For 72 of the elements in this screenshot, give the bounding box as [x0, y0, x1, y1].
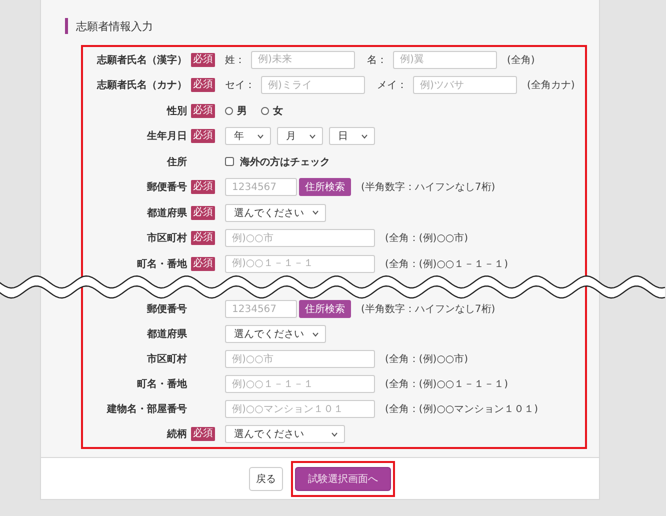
- dropdown[interactable]: 選んでください: [225, 204, 326, 222]
- field-label: セイ：: [225, 79, 255, 92]
- text-field[interactable]: 例)○○マンション１０１: [225, 400, 375, 418]
- radio-button[interactable]: [261, 106, 269, 115]
- required-tag: 必須: [191, 256, 215, 271]
- back-button[interactable]: 戻る: [249, 466, 283, 490]
- chevron-down-icon: [312, 332, 319, 336]
- field-label: 住所: [166, 156, 187, 169]
- text-field[interactable]: 例)ミライ: [261, 76, 365, 94]
- field-label: 都道府県: [146, 327, 187, 341]
- field-label: 町名・番地: [136, 258, 187, 271]
- required-tag: 必須: [191, 104, 215, 118]
- field-label: 郵便番号: [146, 302, 187, 316]
- input-hint: (全角：(例)○○１－１－１): [385, 378, 508, 391]
- required-tag: 必須: [191, 206, 215, 220]
- dropdown[interactable]: 年: [225, 127, 271, 146]
- field-label: 志願者氏名（漢字）: [96, 53, 187, 67]
- field-label: 志願者氏名（カナ）: [96, 78, 187, 92]
- required-tag: 必須: [191, 78, 215, 92]
- heading-accent-bar: [65, 18, 68, 34]
- dropdown[interactable]: 選んでください: [225, 325, 326, 343]
- chevron-down-icon: [257, 134, 264, 139]
- text-field[interactable]: 例)翼: [393, 50, 497, 69]
- radio-label: 男: [237, 104, 247, 118]
- field-label: 生年月日: [146, 130, 187, 144]
- text-field[interactable]: 1234567: [225, 300, 297, 318]
- input-hint: (全角：(例)○○市): [385, 352, 468, 366]
- field-label: 都道府県: [146, 206, 187, 220]
- field-label: 続柄: [166, 428, 187, 441]
- required-tag: 必須: [191, 427, 215, 441]
- field-label: 市区町村: [146, 352, 187, 366]
- field-label: 性別: [166, 104, 187, 118]
- input-hint: (全角：(例)○○マンション１０１): [385, 403, 538, 416]
- chevron-down-icon: [312, 210, 319, 216]
- dropdown[interactable]: 選んでください: [225, 425, 345, 443]
- radio-label: 女: [273, 104, 283, 118]
- address-search-button[interactable]: 住所検索: [299, 178, 351, 196]
- radio-button[interactable]: [225, 106, 233, 115]
- input-hint: (全角：(例)○○市): [385, 232, 468, 246]
- required-tag: 必須: [191, 52, 215, 67]
- chevron-down-icon: [361, 134, 368, 139]
- text-field[interactable]: 例)○○１－１－１: [225, 375, 375, 393]
- required-tag: 必須: [191, 180, 215, 194]
- field-label: 姓：: [225, 54, 245, 67]
- text-field[interactable]: 例)○○市: [225, 229, 375, 248]
- chevron-down-icon: [309, 134, 316, 139]
- input-hint: (半角数字：ハイフンなし7桁): [361, 180, 496, 194]
- text-field[interactable]: 1234567: [225, 178, 297, 196]
- dropdown[interactable]: 月: [277, 127, 323, 146]
- section-title: 志願者情報入力: [76, 18, 153, 34]
- input-hint: (半角数字：ハイフンなし7桁): [361, 302, 496, 316]
- field-label: 町名・番地: [136, 378, 187, 391]
- required-tag: 必須: [191, 231, 215, 246]
- input-hint: (全角): [507, 54, 535, 67]
- input-hint: (全角カナ): [527, 79, 575, 92]
- field-label: メイ：: [377, 79, 407, 92]
- checkbox[interactable]: [225, 157, 234, 166]
- text-field[interactable]: 例)ツバサ: [413, 76, 517, 94]
- address-search-button[interactable]: 住所検索: [299, 300, 351, 318]
- chevron-down-icon: [331, 432, 338, 436]
- text-field[interactable]: 例)○○市: [225, 350, 375, 368]
- field-label: 建物名・部屋番号: [106, 402, 187, 416]
- field-label: 市区町村: [146, 231, 187, 246]
- next-button[interactable]: 試験選択画面へ: [295, 466, 391, 490]
- input-hint: (全角：(例)○○１－１－１): [385, 258, 508, 271]
- text-field[interactable]: 例)未来: [251, 50, 355, 69]
- checkbox-label: 海外の方はチェック: [240, 155, 330, 169]
- dropdown[interactable]: 日: [329, 127, 375, 146]
- field-label: 郵便番号: [146, 180, 187, 194]
- text-field[interactable]: 例)○○１－１－１: [225, 254, 375, 273]
- field-label: 名：: [367, 54, 387, 67]
- required-tag: 必須: [191, 129, 215, 144]
